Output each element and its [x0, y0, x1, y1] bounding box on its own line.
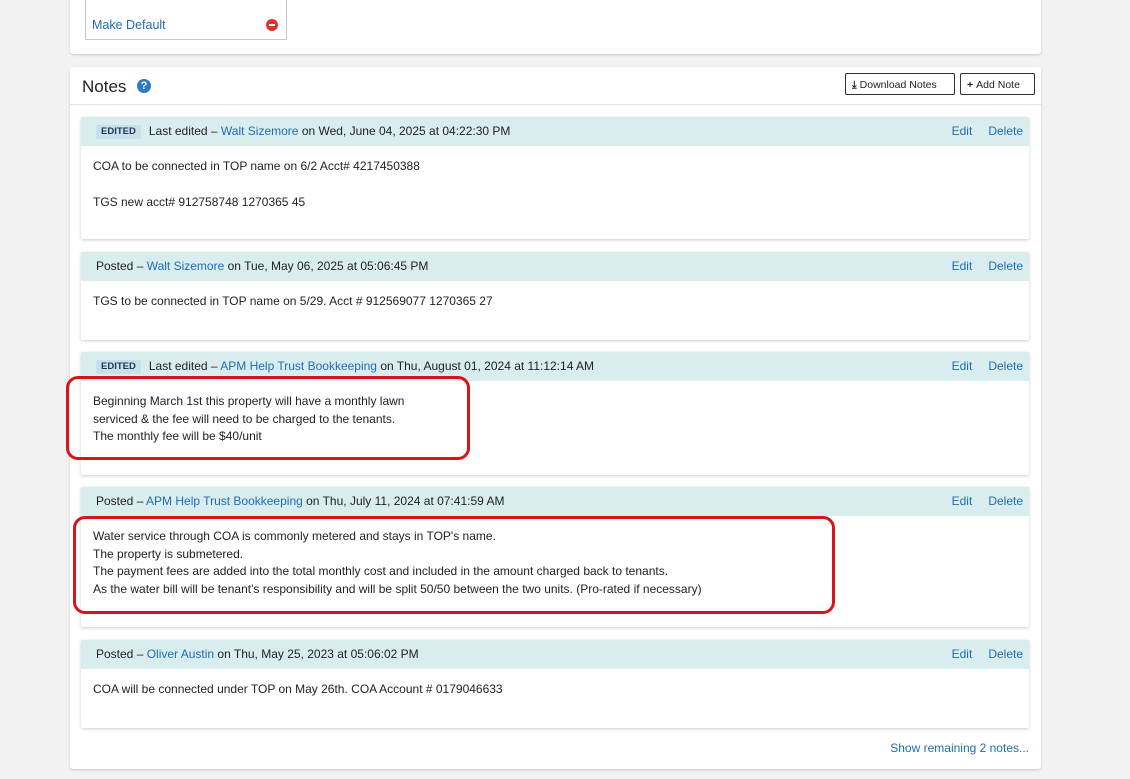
- delete-link[interactable]: Delete: [988, 494, 1023, 508]
- notes-panel: Notes ? ⤓ Download Notes + Add Note EDITED…: [70, 67, 1041, 769]
- note-header: Posted – Oliver Austin on Thu, May 25, 2…: [81, 640, 1029, 669]
- note-author-link[interactable]: Oliver Austin: [147, 647, 214, 661]
- note-actions: Edit Delete: [936, 252, 1023, 281]
- note-card: EDITED Last edited – Walt Sizemore on Wed…: [81, 117, 1029, 239]
- note-line: As the water bill will be tenant's respo…: [93, 581, 702, 596]
- make-default-link[interactable]: Make Default: [92, 18, 166, 32]
- edit-link[interactable]: Edit: [952, 647, 973, 661]
- note-body: COA will be connected under TOP on May 2…: [81, 669, 1029, 709]
- note-line: Beginning March 1st this property will h…: [93, 394, 405, 408]
- plus-icon: +: [967, 79, 974, 91]
- note-line: TGS to be connected in TOP name on 5/29.…: [93, 294, 493, 308]
- note-status: Last edited –: [148, 359, 221, 373]
- note-author-link[interactable]: Walt Sizemore: [147, 259, 225, 273]
- note-status: Last edited –: [148, 124, 221, 138]
- edited-badge: EDITED: [96, 360, 141, 374]
- delete-link[interactable]: Delete: [988, 124, 1023, 138]
- note-line: Water service through COA is commonly me…: [93, 529, 496, 543]
- note-line: The payment fees are added into the tota…: [93, 564, 669, 578]
- note-author-link[interactable]: APM Help Trust Bookkeeping: [220, 359, 377, 373]
- edit-link[interactable]: Edit: [952, 259, 973, 273]
- note-line: TGS new acct# 912758748 1270365 45: [93, 194, 306, 209]
- delete-link[interactable]: Delete: [988, 259, 1023, 273]
- note-card: Posted – Walt Sizemore on Tue, May 06, 2…: [81, 252, 1029, 340]
- note-date: on Tue, May 06, 2025 at 05:06:45 PM: [224, 259, 429, 273]
- note-line: serviced & the fee will need to be charg…: [93, 411, 396, 426]
- note-actions: Edit Delete: [936, 487, 1023, 516]
- default-option-box: Make Default: [85, 0, 287, 40]
- note-card: Posted – APM Help Trust Bookkeeping on T…: [81, 487, 1029, 627]
- show-remaining-notes-link[interactable]: Show remaining 2 notes...: [890, 741, 1029, 755]
- add-note-label: Add Note: [976, 79, 1020, 91]
- edit-link[interactable]: Edit: [952, 494, 973, 508]
- edited-badge: EDITED: [96, 125, 141, 139]
- note-line: COA will be connected under TOP on May 2…: [93, 682, 503, 696]
- note-status: Posted –: [96, 494, 147, 508]
- note-line: [93, 176, 1017, 194]
- note-actions: Edit Delete: [936, 640, 1023, 669]
- note-line: COA to be connected in TOP name on 6/2 A…: [93, 159, 420, 173]
- default-card: Make Default: [70, 0, 1041, 54]
- note-header: Posted – Walt Sizemore on Tue, May 06, 2…: [81, 252, 1029, 281]
- download-icon: ⤓: [852, 79, 857, 91]
- question-circle-icon[interactable]: ?: [137, 79, 151, 93]
- note-line: The monthly fee will be $40/unit: [93, 429, 262, 443]
- note-author-link[interactable]: APM Help Trust Bookkeeping: [146, 494, 303, 508]
- remove-icon[interactable]: [266, 19, 278, 31]
- note-line: The property is submetered.: [93, 546, 244, 561]
- note-header: Posted – APM Help Trust Bookkeeping on T…: [81, 487, 1029, 516]
- note-date: on Thu, July 11, 2024 at 07:41:59 AM: [302, 494, 505, 508]
- notes-title: Notes: [82, 77, 127, 96]
- note-date: on Wed, June 04, 2025 at 04:22:30 PM: [298, 124, 511, 138]
- notes-header: Notes ? ⤓ Download Notes + Add Note: [70, 67, 1041, 105]
- download-notes-label: Download Notes: [859, 79, 937, 91]
- note-body: TGS to be connected in TOP name on 5/29.…: [81, 281, 1029, 321]
- delete-link[interactable]: Delete: [988, 647, 1023, 661]
- edit-link[interactable]: Edit: [952, 359, 973, 373]
- note-date: on Thu, August 01, 2024 at 11:12:14 AM: [376, 359, 595, 373]
- note-date: on Thu, May 25, 2023 at 05:06:02 PM: [214, 647, 419, 661]
- edit-link[interactable]: Edit: [952, 124, 973, 138]
- note-body: Beginning March 1st this property will h…: [81, 381, 1029, 456]
- note-actions: Edit Delete: [936, 117, 1023, 146]
- note-actions: Edit Delete: [936, 352, 1023, 381]
- note-body: COA to be connected in TOP name on 6/2 A…: [81, 146, 1029, 221]
- note-status: Posted –: [96, 647, 147, 661]
- note-author-link[interactable]: Walt Sizemore: [221, 124, 299, 138]
- download-notes-button[interactable]: ⤓ Download Notes: [845, 73, 955, 95]
- note-status: Posted –: [96, 259, 147, 273]
- note-header: EDITED Last edited – APM Help Trust Bookk…: [81, 352, 1029, 381]
- note-card: Posted – Oliver Austin on Thu, May 25, 2…: [81, 640, 1029, 728]
- delete-link[interactable]: Delete: [988, 359, 1023, 373]
- note-card: EDITED Last edited – APM Help Trust Bookk…: [81, 352, 1029, 475]
- note-body: Water service through COA is commonly me…: [81, 516, 1029, 608]
- add-note-button[interactable]: + Add Note: [960, 73, 1035, 95]
- note-header: EDITED Last edited – Walt Sizemore on Wed…: [81, 117, 1029, 146]
